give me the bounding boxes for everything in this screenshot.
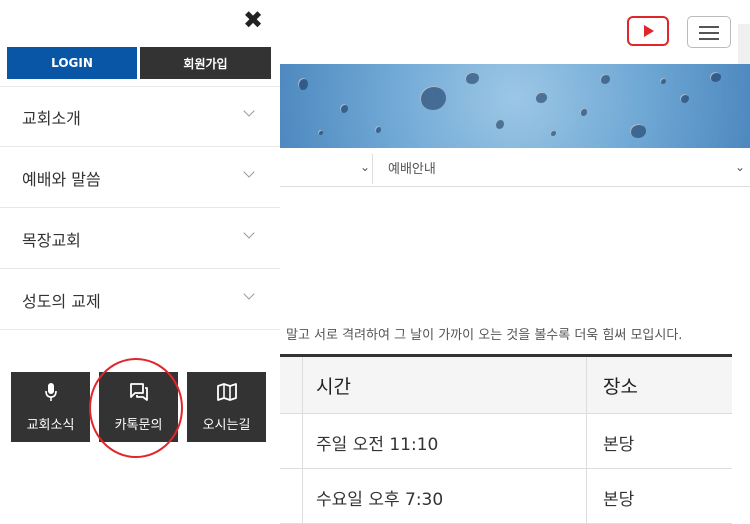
chevron-down-icon bbox=[243, 288, 255, 300]
menu-item-label: 예배와 말씀 bbox=[22, 170, 101, 189]
close-icon[interactable]: ✖ bbox=[243, 8, 263, 32]
row-place: 본당 bbox=[603, 435, 635, 455]
directions-button[interactable]: 오시는길 bbox=[187, 372, 266, 442]
map-icon bbox=[187, 380, 266, 404]
worship-schedule-table: 시간 장소 주일 오전 11:10 본당 수요일 오후 7:30 본당 bbox=[280, 354, 732, 524]
chevron-down-icon[interactable]: ⌄ bbox=[360, 160, 370, 174]
menu-item-label: 성도의 교제 bbox=[22, 292, 101, 311]
chevron-down-icon bbox=[243, 105, 255, 117]
chevron-down-icon bbox=[243, 227, 255, 239]
menu-item-fellowship[interactable]: 성도의 교제 bbox=[0, 270, 280, 330]
quick-button-label: 카톡문의 bbox=[114, 418, 163, 433]
table-row: 수요일 오후 7:30 본당 bbox=[280, 469, 732, 524]
hamburger-menu-button[interactable] bbox=[687, 16, 731, 48]
youtube-play-icon bbox=[644, 25, 654, 37]
side-drawer-menu: ✖ LOGIN 회원가입 교회소개 예배와 말씀 목장교회 성도의 교제 교회소… bbox=[0, 0, 280, 489]
hamburger-icon bbox=[699, 26, 719, 28]
chat-icon bbox=[99, 380, 178, 404]
bible-verse-text: 말고 서로 격려하여 그 날이 가까이 오는 것을 볼수록 더욱 힘써 모입시다… bbox=[286, 328, 683, 343]
menu-item-church-intro[interactable]: 교회소개 bbox=[0, 87, 280, 147]
table-row: 주일 오전 11:10 본당 bbox=[280, 414, 732, 469]
chevron-down-icon bbox=[243, 166, 255, 178]
church-news-button[interactable]: 교회소식 bbox=[11, 372, 90, 442]
menu-item-worship[interactable]: 예배와 말씀 bbox=[0, 148, 280, 208]
login-button[interactable]: LOGIN bbox=[7, 47, 137, 79]
row-time: 주일 오전 11:10 bbox=[316, 435, 439, 455]
menu-item-label: 교회소개 bbox=[22, 109, 81, 128]
subnav-current-select[interactable]: 예배안내 bbox=[388, 158, 436, 177]
kakao-inquiry-button[interactable]: 카톡문의 bbox=[99, 372, 178, 442]
quick-button-label: 교회소식 bbox=[26, 418, 75, 433]
quick-button-label: 오시는길 bbox=[202, 418, 251, 433]
rain-banner-image bbox=[280, 64, 750, 148]
header-time: 시간 bbox=[316, 376, 351, 398]
signup-button[interactable]: 회원가입 bbox=[140, 47, 271, 79]
menu-item-label: 목장교회 bbox=[22, 231, 81, 250]
sub-navigation: ⌄ 예배안내 ⌄ bbox=[280, 148, 750, 187]
chevron-down-icon[interactable]: ⌄ bbox=[735, 160, 745, 174]
menu-item-cell-church[interactable]: 목장교회 bbox=[0, 209, 280, 269]
header-place: 장소 bbox=[603, 376, 638, 398]
microphone-icon bbox=[11, 380, 90, 404]
table-header: 시간 장소 bbox=[280, 354, 732, 414]
scrollbar[interactable] bbox=[738, 24, 750, 64]
youtube-button[interactable] bbox=[627, 16, 669, 46]
